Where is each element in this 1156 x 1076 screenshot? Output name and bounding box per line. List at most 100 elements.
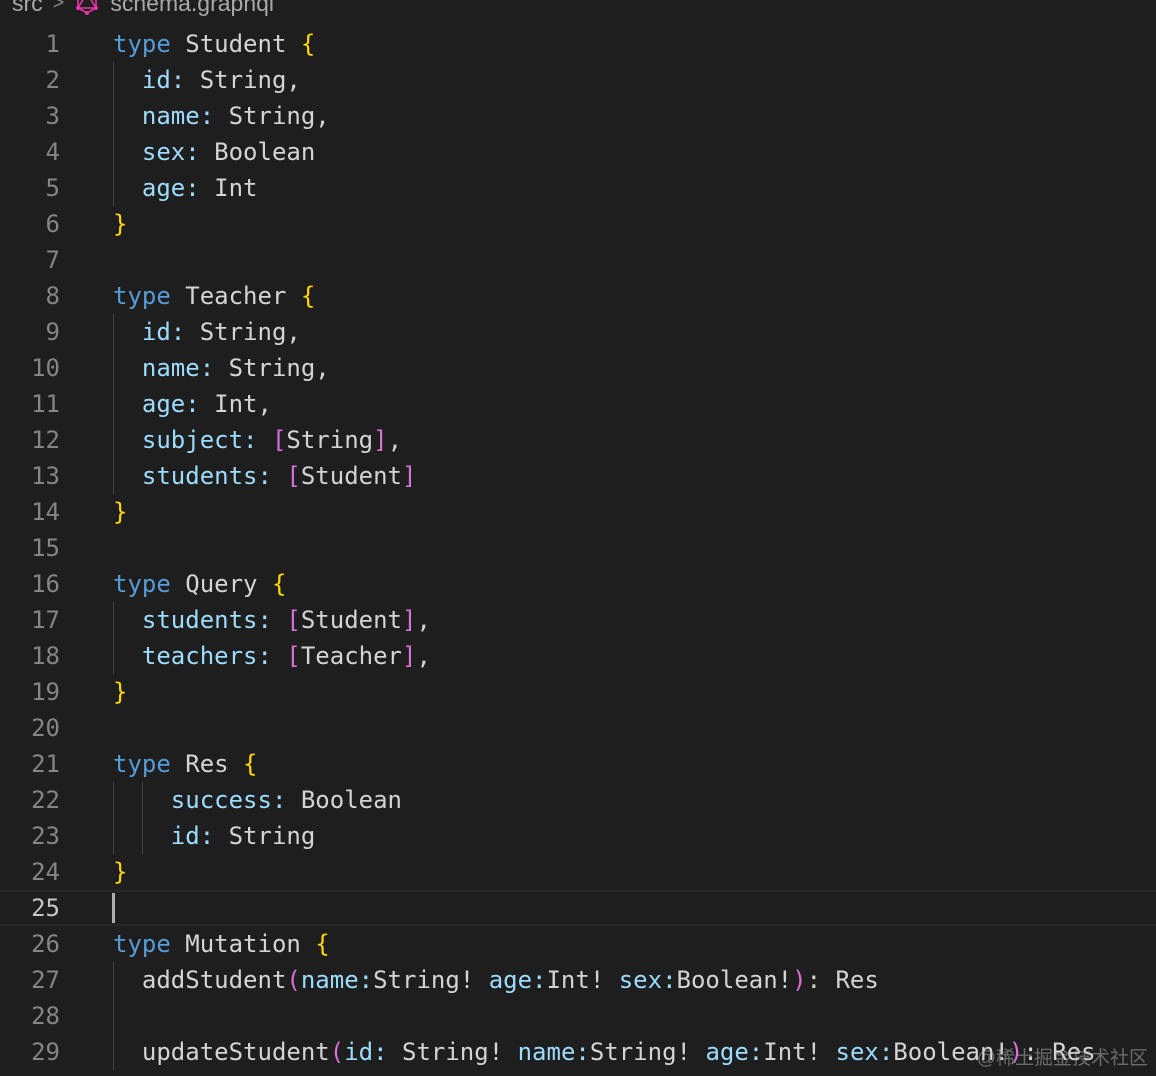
code-line[interactable]: 17 students: [Student], bbox=[0, 602, 1156, 638]
code-token: [ bbox=[286, 462, 301, 490]
code-token: addStudent bbox=[113, 966, 287, 994]
code-token: name: bbox=[141, 354, 215, 382]
code-token: String! bbox=[589, 1038, 706, 1066]
code-token: ] bbox=[402, 642, 417, 670]
code-token: Res bbox=[170, 750, 244, 778]
code-token: Int, bbox=[199, 390, 272, 418]
code-token: name: bbox=[300, 966, 374, 994]
code-token: { bbox=[300, 30, 316, 58]
code-token: id: bbox=[344, 1038, 388, 1066]
code-line[interactable]: 9 id: String, bbox=[0, 314, 1156, 350]
code-token: type bbox=[113, 570, 171, 598]
code-token: ] bbox=[373, 426, 388, 454]
code-text: students: [Student], bbox=[113, 602, 431, 638]
code-token: , bbox=[416, 606, 431, 634]
code-line[interactable]: 20 bbox=[0, 710, 1156, 746]
code-text: id: String bbox=[113, 818, 316, 854]
graphql-icon bbox=[76, 0, 99, 15]
code-line[interactable]: 4 sex: Boolean bbox=[0, 134, 1156, 170]
code-token: Mutation bbox=[170, 930, 316, 958]
line-number: 4 bbox=[45, 138, 60, 166]
code-token: Student bbox=[300, 606, 403, 634]
code-token: String! bbox=[387, 1038, 518, 1066]
code-text: name: String, bbox=[113, 98, 330, 134]
line-number: 3 bbox=[45, 102, 60, 130]
code-line[interactable]: 8 type Teacher { bbox=[0, 278, 1156, 314]
code-line[interactable]: 23 id: String bbox=[0, 818, 1156, 854]
line-number: 2 bbox=[45, 66, 60, 94]
code-line[interactable]: 15 bbox=[0, 530, 1156, 566]
code-line[interactable]: 7 bbox=[0, 242, 1156, 278]
code-token: String, bbox=[185, 318, 301, 346]
code-line[interactable]: 18 teachers: [Teacher], bbox=[0, 638, 1156, 674]
code-token: id: bbox=[141, 318, 186, 346]
code-token: success: bbox=[170, 786, 287, 814]
code-line[interactable]: 14} bbox=[0, 494, 1156, 530]
code-line[interactable]: 3 name: String, bbox=[0, 98, 1156, 134]
code-token: teachers: bbox=[141, 642, 272, 670]
code-line[interactable]: 2 id: String, bbox=[0, 62, 1156, 98]
code-line[interactable]: 11 age: Int, bbox=[0, 386, 1156, 422]
code-line[interactable]: 13 students: [Student] bbox=[0, 458, 1156, 494]
code-line[interactable]: 12 subject: [String], bbox=[0, 422, 1156, 458]
code-line[interactable]: 28 bbox=[0, 998, 1156, 1034]
line-number: 15 bbox=[31, 534, 60, 562]
code-line[interactable]: 22 success: Boolean bbox=[0, 782, 1156, 818]
code-text: success: Boolean bbox=[113, 782, 402, 818]
code-token: name: bbox=[141, 102, 215, 130]
code-token: : Res bbox=[806, 966, 879, 994]
code-token: sex: bbox=[618, 966, 677, 994]
code-token: subject: bbox=[141, 426, 258, 454]
breadcrumb-file[interactable]: schema.graphql bbox=[110, 0, 274, 17]
line-number: 18 bbox=[31, 642, 60, 670]
line-number: 17 bbox=[31, 606, 60, 634]
line-number: 8 bbox=[45, 282, 60, 310]
code-line[interactable]: 19} bbox=[0, 674, 1156, 710]
code-line[interactable]: 10 name: String, bbox=[0, 350, 1156, 386]
code-token: ] bbox=[402, 462, 417, 490]
code-line[interactable]: 16 type Query { bbox=[0, 566, 1156, 602]
code-text: teachers: [Teacher], bbox=[113, 638, 431, 674]
code-line[interactable]: 24} bbox=[0, 854, 1156, 890]
code-text: updateStudent(id: String! name:String! a… bbox=[113, 1034, 1096, 1070]
code-token: , bbox=[416, 642, 431, 670]
code-token: } bbox=[113, 678, 128, 706]
code-line[interactable]: 25 bbox=[0, 890, 1156, 926]
code-token: ) bbox=[792, 966, 807, 994]
line-number: 20 bbox=[31, 714, 60, 742]
code-text: age: Int, bbox=[113, 386, 272, 422]
code-line[interactable]: 27 addStudent(name:String! age:Int! sex:… bbox=[0, 962, 1156, 998]
code-line[interactable]: 6} bbox=[0, 206, 1156, 242]
line-number: 1 bbox=[45, 30, 60, 58]
code-text: name: String, bbox=[113, 350, 330, 386]
code-token: ( bbox=[286, 966, 301, 994]
code-token: id: bbox=[170, 822, 215, 850]
code-line[interactable]: 26 type Mutation { bbox=[0, 926, 1156, 962]
code-line[interactable]: 21 type Res { bbox=[0, 746, 1156, 782]
code-token: , bbox=[387, 426, 403, 454]
code-token: age: bbox=[488, 966, 547, 994]
code-token: Query bbox=[170, 570, 272, 598]
code-token: students: bbox=[141, 462, 272, 490]
code-line[interactable]: 5 age: Int bbox=[0, 170, 1156, 206]
line-number: 14 bbox=[31, 498, 60, 526]
line-number: 28 bbox=[31, 1002, 60, 1030]
line-number: 22 bbox=[31, 786, 60, 814]
breadcrumb-folder[interactable]: src bbox=[12, 0, 43, 17]
code-text: age: Int bbox=[113, 170, 258, 206]
code-text: students: [Student] bbox=[113, 458, 417, 494]
code-text: id: String, bbox=[113, 314, 301, 350]
code-editor[interactable]: 1 type Student {2 id: String, 3 name: Stri… bbox=[0, 26, 1156, 1070]
line-number: 5 bbox=[45, 174, 60, 202]
code-token: { bbox=[243, 750, 258, 778]
code-line[interactable]: 1 type Student { bbox=[0, 26, 1156, 62]
text-cursor bbox=[112, 893, 115, 923]
